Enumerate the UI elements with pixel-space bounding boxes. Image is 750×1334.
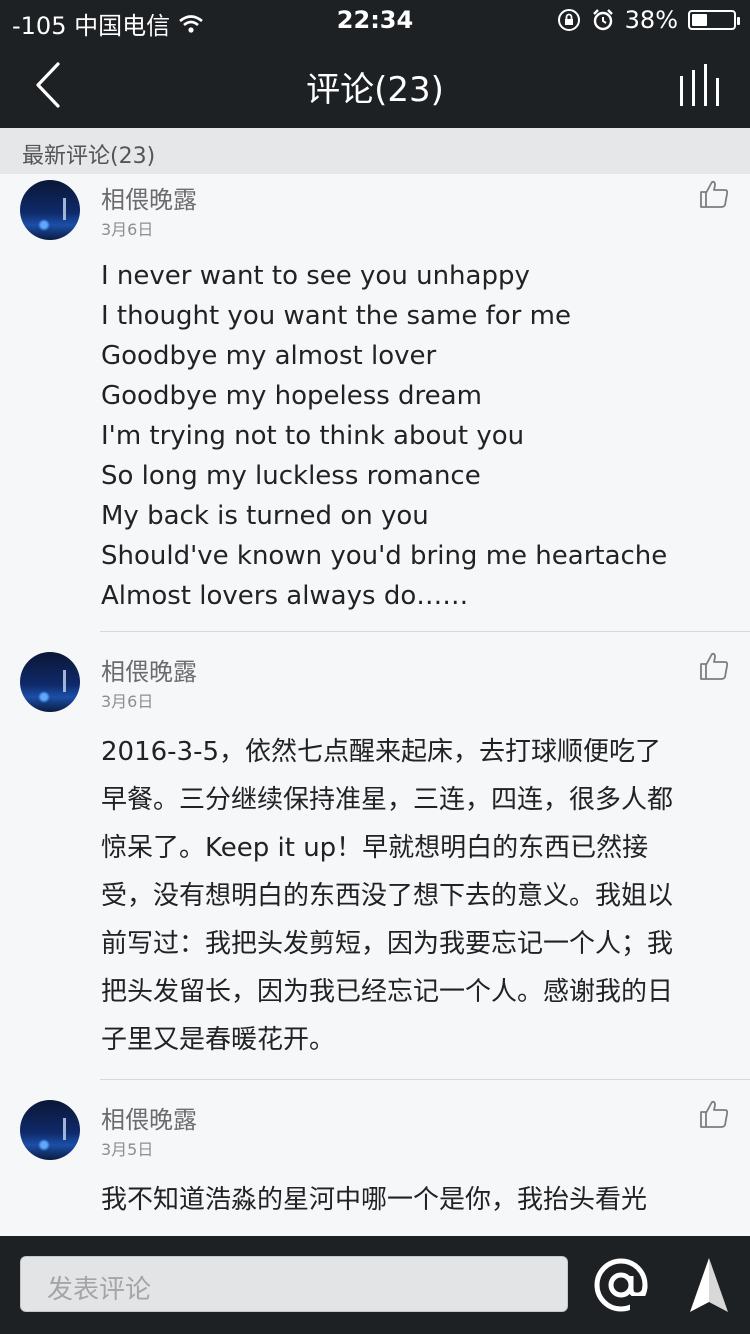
status-bar: -105 中国电信 22:34 38%: [0, 0, 750, 42]
comment-text: 我不知道浩淼的星河中哪一个是你，我抬头看光: [101, 1176, 720, 1224]
comment-line: I'm trying not to think about you: [101, 421, 525, 451]
send-arrow-icon[interactable]: [688, 1256, 730, 1314]
alarm-icon: [592, 9, 613, 31]
thumbs-up-icon[interactable]: [698, 1098, 730, 1130]
comment-line: My back is turned on you: [101, 501, 429, 531]
divider: [100, 631, 750, 632]
battery-percent: 38%: [624, 6, 678, 34]
bars-icon[interactable]: [678, 64, 724, 108]
comment-line: 把头发留长，因为我已经忘记一个人。感谢我的日: [101, 977, 674, 1007]
avatar[interactable]: [20, 180, 80, 240]
comment-text: I never want to see you unhappy I though…: [101, 256, 720, 616]
at-icon[interactable]: [594, 1258, 648, 1312]
divider: [100, 1079, 750, 1080]
thumbs-up-icon[interactable]: [698, 178, 730, 210]
comment-line: 2016-3-5，依然七点醒来起床，去打球顺便吃了: [101, 737, 662, 767]
comment-author[interactable]: 相偎晚露: [101, 180, 197, 215]
comment-item: 相偎晚露 3月6日 2016-3-5，依然七点醒来起床，去打球顺便吃了 早餐。三…: [0, 646, 750, 1080]
page-title: 评论(23): [306, 70, 444, 110]
section-title: 最新评论(23): [22, 144, 156, 169]
bottom-bar: 发表评论: [0, 1236, 750, 1334]
comment-line: 早餐。三分继续保持准星，三连，四连，很多人都: [101, 785, 674, 815]
comment-text: 2016-3-5，依然七点醒来起床，去打球顺便吃了 早餐。三分继续保持准星，三连…: [101, 728, 720, 1064]
comment-date: 3月5日: [101, 1140, 154, 1159]
comment-line: 子里又是春暖花开。: [101, 1025, 336, 1055]
comment-line: 前写过：我把头发剪短，因为我要忘记一个人；我: [101, 929, 674, 959]
comment-line: I thought you want the same for me: [101, 301, 571, 331]
status-right: 38%: [557, 6, 740, 34]
comment-item: 相偎晚露 3月5日 我不知道浩淼的星河中哪一个是你，我抬头看光: [0, 1094, 750, 1236]
avatar[interactable]: [20, 1100, 80, 1160]
rotation-lock-icon: [557, 9, 580, 31]
comment-line: Goodbye my almost lover: [101, 341, 437, 371]
nav-bar: 评论(23): [0, 42, 750, 128]
comment-line: I never want to see you unhappy: [101, 261, 530, 291]
comment-date: 3月6日: [101, 692, 154, 711]
comment-author[interactable]: 相偎晚露: [101, 1100, 197, 1135]
comment-author[interactable]: 相偎晚露: [101, 652, 197, 687]
comment-input[interactable]: 发表评论: [20, 1256, 568, 1312]
comment-line: Should've known you'd bring me heartache: [101, 541, 668, 571]
comment-line: 受，没有想明白的东西没了想下去的意义。我姐以: [101, 881, 674, 911]
comment-line: Almost lovers always do……: [101, 581, 469, 611]
comment-line: 我不知道浩淼的星河中哪一个是你，我抬头看光: [101, 1185, 648, 1215]
battery-icon: [688, 10, 740, 30]
battery-fill: [692, 14, 707, 26]
comment-date: 3月6日: [101, 220, 154, 239]
comment-input-placeholder: 发表评论: [47, 1275, 152, 1305]
comment-line: Goodbye my hopeless dream: [101, 381, 482, 411]
section-header: 最新评论(23): [0, 128, 750, 174]
avatar[interactable]: [20, 652, 80, 712]
comment-line: 惊呆了。Keep it up！早就想明白的东西已然接: [101, 833, 649, 863]
thumbs-up-icon[interactable]: [698, 650, 730, 682]
comment-item: 相偎晚露 3月6日 I never want to see you unhapp…: [0, 174, 750, 632]
comment-line: So long my luckless romance: [101, 461, 481, 491]
